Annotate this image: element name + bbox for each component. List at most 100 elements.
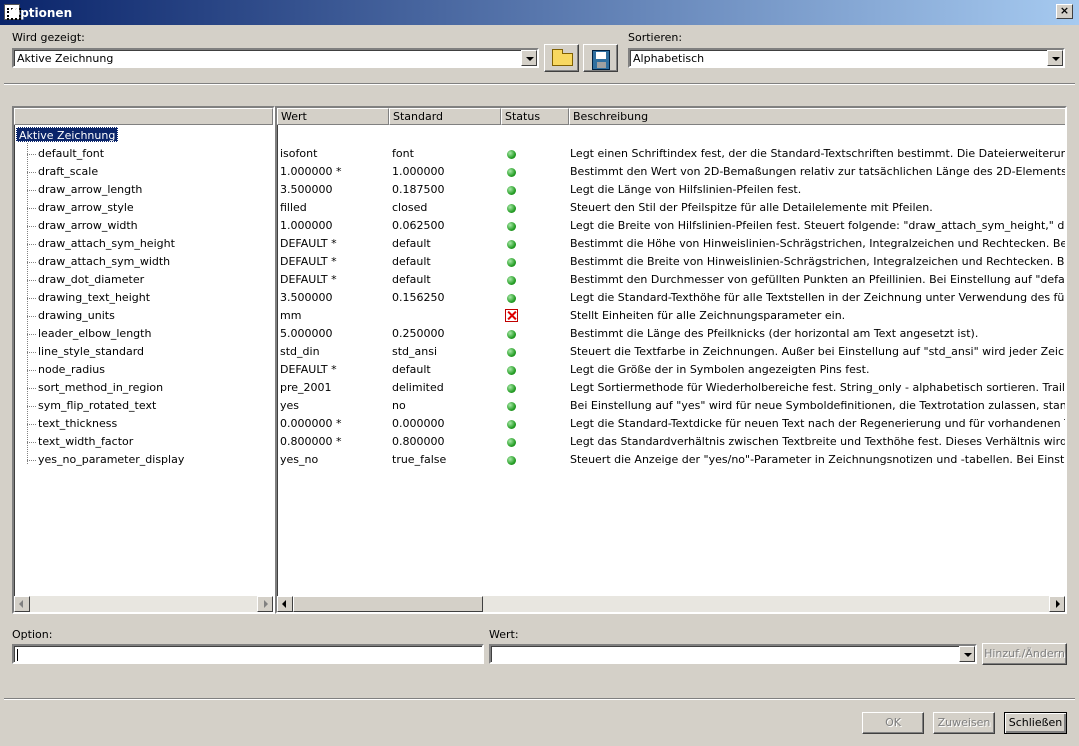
- value-label: Wert:: [489, 628, 519, 641]
- folder-open-icon: [552, 49, 573, 66]
- add-change-button[interactable]: Hinzuf./Ändern: [982, 643, 1067, 665]
- tree-item[interactable]: line_style_standard: [38, 343, 144, 361]
- tree-item[interactable]: drawing_text_height: [38, 289, 150, 307]
- tree-connector: [27, 190, 36, 191]
- description-cell: Steuert die Anzeige der "yes/no"-Paramet…: [570, 453, 1065, 466]
- tree-item[interactable]: draw_arrow_width: [38, 217, 138, 235]
- value-cell: DEFAULT *: [280, 363, 337, 376]
- title-bar: Optionen ×: [0, 0, 1079, 25]
- tree-item[interactable]: draw_attach_sym_width: [38, 253, 170, 271]
- chevron-down-icon[interactable]: [521, 50, 537, 66]
- column-header-wert[interactable]: Wert: [277, 108, 389, 125]
- column-header-standard[interactable]: Standard: [389, 108, 501, 125]
- tree-item[interactable]: node_radius: [38, 361, 105, 379]
- tree-item[interactable]: draw_attach_sym_height: [38, 235, 175, 253]
- default-cell: [392, 307, 500, 325]
- tree-horizontal-scrollbar[interactable]: [14, 596, 273, 612]
- close-button[interactable]: Schließen: [1004, 712, 1067, 734]
- tree-item[interactable]: text_thickness: [38, 415, 117, 433]
- value-cell: 0.000000 *: [280, 417, 342, 430]
- tree-item[interactable]: default_font: [38, 145, 104, 163]
- table-horizontal-scrollbar[interactable]: [277, 596, 1065, 612]
- value-cell: pre_2001: [280, 381, 332, 394]
- default-cell: closed: [392, 201, 428, 214]
- table-row[interactable]: 1.000000 * 1.000000 Bestimmt den Wert von …: [277, 163, 1065, 181]
- table-row[interactable]: 0.000000 * 0.000000 Legt die Standard-Text…: [277, 415, 1065, 433]
- scroll-left-button[interactable]: [277, 596, 293, 612]
- tree-connector: [27, 388, 36, 389]
- status-ok-icon: [507, 366, 516, 375]
- value-dropdown[interactable]: [489, 644, 977, 664]
- tree-connector: [27, 316, 36, 317]
- tree-item[interactable]: draft_scale: [38, 163, 98, 181]
- tree-connector: [27, 208, 36, 209]
- tree-item[interactable]: draw_dot_diameter: [38, 271, 144, 289]
- table-row[interactable]: isofont font Legt einen Schriftindex fest,…: [277, 145, 1065, 163]
- table-row[interactable]: DEFAULT * default Bestimmt die Breite von …: [277, 253, 1065, 271]
- table-row[interactable]: mm Stellt Einheiten für alle Zeichnungspa…: [277, 307, 1065, 325]
- window-title: Optionen: [10, 6, 73, 20]
- tree-item[interactable]: leader_elbow_length: [38, 325, 151, 343]
- description-cell: Bestimmt den Wert von 2D-Bemaßungen rela…: [570, 165, 1065, 178]
- scroll-right-button[interactable]: [257, 596, 273, 612]
- default-cell: default: [392, 363, 431, 376]
- status-ok-icon: [507, 222, 516, 231]
- table-row[interactable]: yes_no true_false Steuert die Anzeige der …: [277, 451, 1065, 469]
- table-row[interactable]: 5.000000 0.250000 Bestimmt die Länge des P…: [277, 325, 1065, 343]
- sort-dropdown-value: Alphabetisch: [633, 52, 705, 65]
- tree-item[interactable]: sym_flip_rotated_text: [38, 397, 156, 415]
- tree-item[interactable]: draw_arrow_style: [38, 199, 134, 217]
- tree-root-item[interactable]: Aktive Zeichnung: [16, 127, 119, 142]
- tree-item[interactable]: text_width_factor: [38, 433, 133, 451]
- column-header-beschreibung[interactable]: Beschreibung: [569, 108, 1065, 125]
- ok-button[interactable]: OK: [862, 712, 924, 734]
- tree-item[interactable]: yes_no_parameter_display: [38, 451, 184, 469]
- table-row[interactable]: DEFAULT * default Legt die Größe der in Sy…: [277, 361, 1065, 379]
- table-row[interactable]: pre_2001 delimited Legt Sortiermethode für…: [277, 379, 1065, 397]
- value-cell: 1.000000 *: [280, 165, 342, 178]
- tree-panel[interactable]: Aktive Zeichnung default_font draft_scale…: [12, 106, 275, 614]
- table-row[interactable]: 3.500000 0.156250 Legt die Standard-Texthö…: [277, 289, 1065, 307]
- table-row[interactable]: std_din std_ansi Steuert die Textfarbe in …: [277, 343, 1065, 361]
- description-cell: Steuert die Textfarbe in Zeichnungen. Au…: [570, 345, 1065, 358]
- tree-connector: [27, 406, 36, 407]
- table-row[interactable]: 0.800000 * 0.800000 Legt das Standardverhä…: [277, 433, 1065, 451]
- table-row[interactable]: 1.000000 0.062500 Legt die Breite von Hilf…: [277, 217, 1065, 235]
- column-header-status[interactable]: Status: [501, 108, 569, 125]
- table-row[interactable]: filled closed Steuert den Stil der Pfeilsp…: [277, 199, 1065, 217]
- option-input[interactable]: [12, 644, 484, 664]
- table-row[interactable]: 3.500000 0.187500 Legt die Länge von Hilfs…: [277, 181, 1065, 199]
- description-cell: Bestimmt die Breite von Hinweislinien-Sc…: [570, 255, 1065, 268]
- value-cell: mm: [280, 309, 302, 322]
- sort-dropdown[interactable]: Alphabetisch: [628, 48, 1065, 68]
- status-ok-icon: [507, 294, 516, 303]
- status-ok-icon: [507, 438, 516, 447]
- value-cell: 3.500000: [280, 183, 333, 196]
- tree-item[interactable]: draw_arrow_length: [38, 181, 142, 199]
- tree-item[interactable]: sort_method_in_region: [38, 379, 163, 397]
- close-window-button[interactable]: ×: [1056, 4, 1073, 19]
- tree-connector: [27, 370, 36, 371]
- chevron-down-icon[interactable]: [959, 646, 975, 662]
- default-cell: delimited: [392, 381, 444, 394]
- scroll-right-button[interactable]: [1049, 596, 1065, 612]
- tree-connector: [27, 298, 36, 299]
- table-row[interactable]: DEFAULT * default Bestimmt den Durchmesser…: [277, 271, 1065, 289]
- tree-item[interactable]: drawing_units: [38, 307, 115, 325]
- table-row[interactable]: yes no Bei Einstellung auf "yes" wird für …: [277, 397, 1065, 415]
- description-cell: Bei Einstellung auf "yes" wird für neue …: [570, 399, 1065, 412]
- scroll-left-button[interactable]: [14, 596, 30, 612]
- apply-button[interactable]: Zuweisen: [933, 712, 995, 734]
- shown-dropdown[interactable]: Aktive Zeichnung: [12, 48, 539, 68]
- scroll-thumb[interactable]: [293, 596, 483, 612]
- value-cell: isofont: [280, 147, 318, 160]
- values-table-panel[interactable]: Wert Standard Status Beschreibung isofon…: [275, 106, 1067, 614]
- chevron-down-icon[interactable]: [1047, 50, 1063, 66]
- save-button[interactable]: [583, 44, 618, 72]
- status-error-icon: [505, 309, 518, 322]
- open-button[interactable]: [544, 44, 579, 72]
- default-cell: 0.156250: [392, 291, 445, 304]
- table-row[interactable]: DEFAULT * default Bestimmt die Höhe von Hi…: [277, 235, 1065, 253]
- description-cell: Legt die Standard-Texthöhe für alle Text…: [570, 291, 1065, 304]
- tree-connector: [27, 352, 36, 353]
